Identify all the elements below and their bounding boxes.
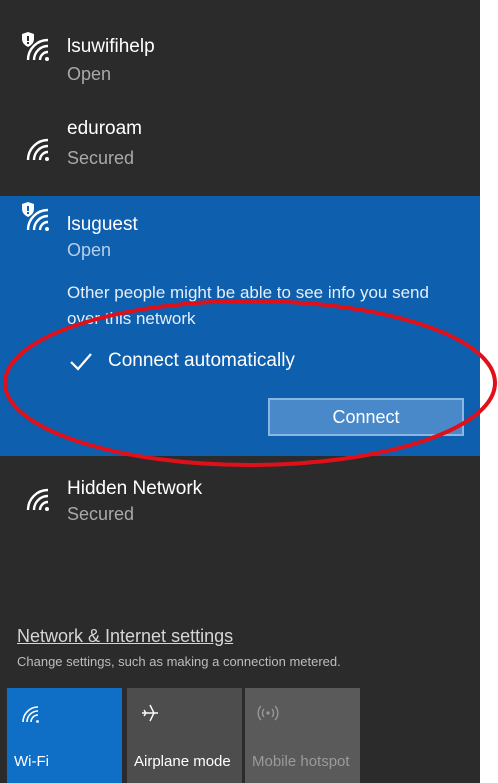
connect-automatically-checkbox[interactable]: Connect automatically (68, 346, 295, 376)
wifi-open-shield-icon (22, 32, 49, 61)
network-status: Secured (67, 504, 135, 524)
mobile-hotspot-tile[interactable]: Mobile hotspot (245, 688, 360, 783)
network-item-lsuwifihelp[interactable]: lsuwifihelp Open (0, 0, 480, 96)
network-name: eduroam (67, 118, 142, 139)
checkmark-icon (70, 353, 92, 371)
network-name: lsuguest (67, 214, 138, 235)
wifi-flyout-panel: lsuwifihelp Open eduroam Secured lsugues… (0, 0, 480, 783)
wifi-toggle-tile[interactable]: Wi-Fi (7, 688, 122, 783)
settings-description: Change settings, such as making a connec… (17, 654, 341, 669)
tile-label: Airplane mode (134, 753, 231, 770)
wifi-open-shield-icon (22, 202, 49, 231)
connect-automatically-label: Connect automatically (108, 350, 295, 371)
airplane-icon (142, 704, 158, 722)
tile-label: Mobile hotspot (252, 753, 350, 770)
wifi-icon (22, 706, 39, 723)
security-warning-text: Other people might be able to see info y… (67, 283, 429, 328)
network-name: lsuwifihelp (67, 36, 155, 57)
tile-label: Wi-Fi (14, 753, 49, 770)
network-item-eduroam[interactable]: eduroam Secured (0, 96, 480, 192)
network-status: Open (67, 64, 112, 84)
hotspot-icon (257, 705, 279, 721)
wifi-secured-icon (26, 488, 49, 511)
wifi-secured-icon (26, 138, 49, 161)
connect-button[interactable]: Connect (268, 398, 464, 436)
network-status: Open (67, 240, 112, 260)
network-status: Secured (67, 148, 135, 168)
network-internet-settings-link[interactable]: Network & Internet settings (17, 626, 233, 647)
airplane-mode-tile[interactable]: Airplane mode (127, 688, 242, 783)
network-item-lsuguest-selected[interactable]: lsuguest Open Other people might be able… (0, 196, 480, 456)
network-item-hidden-network[interactable]: Hidden Network Secured (0, 456, 480, 556)
network-name: Hidden Network (67, 478, 203, 499)
